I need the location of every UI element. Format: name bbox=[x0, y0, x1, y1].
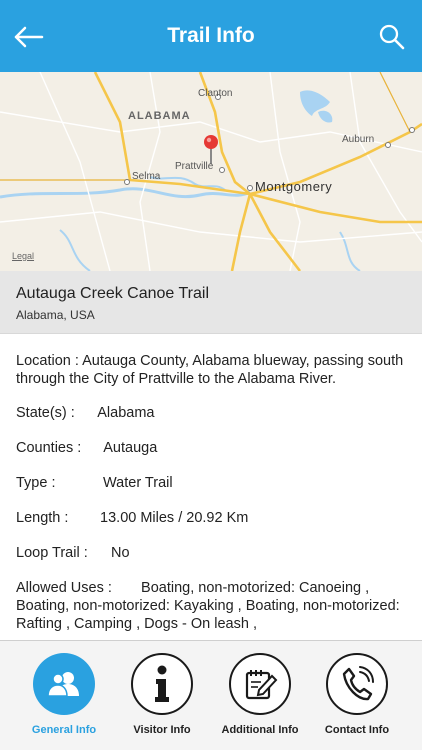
tab-contact-info-label: Contact Info bbox=[324, 724, 390, 736]
trail-map[interactable]: Clanton ALABAMA Auburn Selma Prattville … bbox=[0, 72, 422, 271]
trail-location: Alabama, USA bbox=[16, 308, 95, 322]
map-label-prattville: Prattville bbox=[175, 161, 214, 172]
detail-states-value: Alabama bbox=[97, 405, 155, 421]
tab-visitor-info-label: Visitor Info bbox=[133, 724, 191, 736]
detail-location: Location : Autauga County, Alabama bluew… bbox=[16, 352, 408, 388]
tab-visitor-info[interactable]: Visitor Info bbox=[112, 653, 212, 745]
users-icon bbox=[47, 672, 79, 697]
tab-additional-info-circle bbox=[229, 653, 291, 715]
detail-loop: Loop Trail : No bbox=[16, 544, 408, 562]
bottom-tab-bar: General Info Visitor Info Additional Inf… bbox=[0, 640, 422, 750]
detail-loop-value: No bbox=[111, 545, 130, 561]
tab-additional-info[interactable]: Additional Info bbox=[210, 653, 310, 745]
tab-additional-info-label: Additional Info bbox=[221, 724, 299, 736]
trail-summary: Autauga Creek Canoe Trail Alabama, USA bbox=[0, 271, 422, 334]
detail-length-value: 13.00 Miles / 20.92 Km bbox=[100, 510, 249, 526]
tab-general-info-label: General Info bbox=[31, 724, 97, 736]
map-label-alabama: ALABAMA bbox=[128, 110, 191, 122]
page-title: Trail Info bbox=[167, 24, 255, 47]
detail-states: State(s) : Alabama bbox=[16, 404, 408, 422]
detail-loop-label: Loop Trail : bbox=[16, 545, 88, 561]
map-label-clanton: Clanton bbox=[198, 88, 233, 99]
map-label-auburn: Auburn bbox=[342, 134, 375, 145]
map-label-selma: Selma bbox=[132, 171, 161, 182]
tab-visitor-info-circle bbox=[131, 653, 193, 715]
detail-type-value: Water Trail bbox=[103, 475, 173, 491]
detail-type-label: Type : bbox=[16, 475, 56, 491]
detail-counties-value: Autauga bbox=[103, 440, 158, 456]
detail-counties-label: Counties : bbox=[16, 440, 82, 456]
info-icon bbox=[155, 665, 169, 702]
detail-type: Type : Water Trail bbox=[16, 474, 408, 492]
map-label-montgomery: Montgomery bbox=[255, 179, 333, 194]
tab-general-info-circle bbox=[33, 653, 95, 715]
tab-contact-info[interactable]: Contact Info bbox=[307, 653, 407, 745]
map-legal-link[interactable]: Legal bbox=[12, 251, 34, 261]
detail-counties: Counties : Autauga bbox=[16, 439, 408, 457]
detail-length: Length : 13.00 Miles / 20.92 Km bbox=[16, 509, 408, 527]
detail-uses-label: Allowed Uses : bbox=[16, 580, 112, 596]
search-button[interactable] bbox=[374, 20, 410, 54]
detail-location-label: Location : bbox=[16, 353, 79, 369]
tab-general-info[interactable]: General Info bbox=[14, 653, 114, 745]
app-header: Trail Info bbox=[0, 0, 422, 72]
phone-icon bbox=[342, 666, 374, 701]
detail-length-label: Length : bbox=[16, 510, 69, 526]
detail-allowed-uses: Allowed Uses : Boating, non-motorized: C… bbox=[16, 579, 408, 633]
trail-details[interactable]: Location : Autauga County, Alabama bluew… bbox=[0, 334, 422, 640]
edit-document-icon bbox=[245, 670, 278, 700]
search-icon bbox=[379, 24, 405, 50]
tab-contact-info-circle bbox=[326, 653, 388, 715]
detail-states-label: State(s) : bbox=[16, 405, 75, 421]
trail-name: Autauga Creek Canoe Trail bbox=[16, 285, 209, 302]
